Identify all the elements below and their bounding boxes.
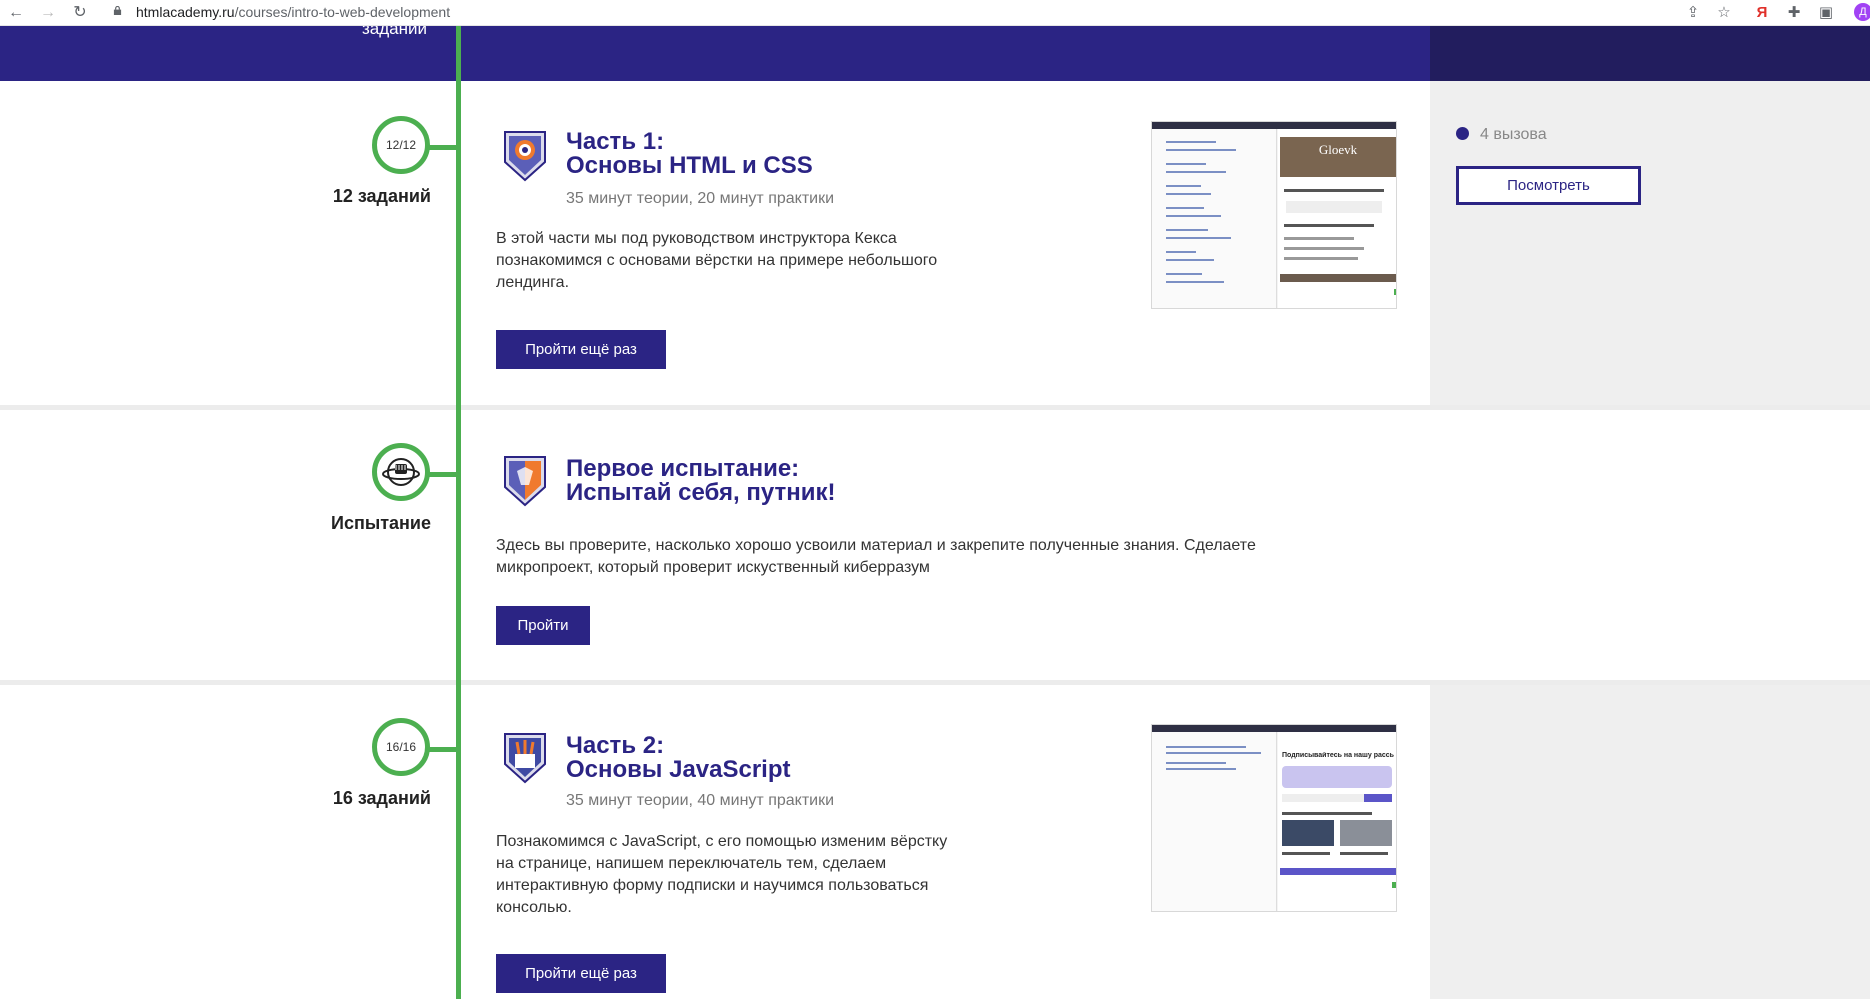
side-panel-icon[interactable]: ▣ xyxy=(1816,3,1836,23)
share-icon[interactable]: ⇪ xyxy=(1683,3,1703,23)
reload-icon[interactable]: ↻ xyxy=(70,3,90,23)
chapter-preview-image[interactable]: Gloevk xyxy=(1151,121,1397,309)
timeline-connector xyxy=(425,747,461,752)
timeline-connector xyxy=(425,472,461,477)
challenge-description: Здесь вы проверите, насколько хорошо усв… xyxy=(496,537,1256,576)
chapter-preview-image[interactable]: Подписывайтесь на нашу рассылку xyxy=(1151,724,1397,912)
browser-toolbar: ← → ↻ htmlacademy.ru/courses/intro-to-we… xyxy=(0,0,1870,26)
lock-icon[interactable] xyxy=(113,6,122,15)
challenge-shield-icon xyxy=(504,456,546,507)
challenge-calls: 4 вызова xyxy=(1480,126,1547,143)
start-challenge-button[interactable]: Пройти xyxy=(496,606,590,645)
challenge-dot xyxy=(1456,127,1469,140)
timeline-connector xyxy=(425,145,461,150)
retake-button[interactable]: Пройти ещё раз xyxy=(496,954,666,993)
fist-emblem-icon xyxy=(382,458,420,486)
forward-icon[interactable]: → xyxy=(38,3,58,23)
preview-render-pane: Gloevk xyxy=(1278,129,1396,308)
course-header-band: заданий xyxy=(0,26,1430,81)
progress-count: 16/16 xyxy=(385,740,417,754)
preview-render-pane: Подписывайтесь на нашу рассылку xyxy=(1278,732,1396,911)
star-icon[interactable]: ☆ xyxy=(1714,3,1734,23)
progress-circle: 16/16 xyxy=(372,718,430,776)
chapter-title[interactable]: Часть 2: Основы JavaScript xyxy=(566,734,791,782)
section-divider xyxy=(0,680,1870,685)
chapter-duration: 35 минут теории, 40 минут практики xyxy=(566,792,835,809)
preview-code-pane xyxy=(1152,129,1277,308)
challenge-circle xyxy=(372,443,430,501)
tasks-caption: 12 заданий xyxy=(332,186,431,206)
chapter-title[interactable]: Часть 1: Основы HTML и CSS xyxy=(566,130,813,178)
section-divider xyxy=(0,405,1870,410)
preview-brand: Gloevk xyxy=(1280,137,1396,177)
challenge-title[interactable]: Первое испытание: Испытай себя, путник! xyxy=(566,457,835,505)
progress-count: 12/12 xyxy=(385,138,417,152)
tasks-caption: 16 заданий xyxy=(332,788,431,808)
chapter-description: Познакомимся с JavaScript, с его помощью… xyxy=(496,833,948,916)
retake-button[interactable]: Пройти ещё раз xyxy=(496,330,666,369)
yandex-icon[interactable]: Я xyxy=(1752,3,1772,23)
chapter-description: В этой части мы под руководством инструк… xyxy=(496,230,938,291)
view-button[interactable]: Посмотреть xyxy=(1456,166,1641,205)
chapter-2-sidebar xyxy=(1430,685,1870,999)
chapter-shield-icon xyxy=(504,733,546,784)
preview-toolbar xyxy=(1152,122,1396,129)
preview-toolbar xyxy=(1152,725,1396,732)
preview-code-pane xyxy=(1152,732,1277,911)
url-domain: htmlacademy.ru xyxy=(136,4,235,20)
tasks-count-label: заданий xyxy=(362,26,428,38)
challenge-caption: Испытание xyxy=(331,513,431,533)
progress-timeline xyxy=(456,26,461,999)
progress-circle: 12/12 xyxy=(372,116,430,174)
chapter-duration: 35 минут теории, 20 минут практики xyxy=(566,190,835,207)
back-icon[interactable]: ← xyxy=(6,3,26,23)
url-path: /courses/intro-to-web-development xyxy=(234,4,451,20)
preview-heading: Подписывайтесь на нашу рассылку xyxy=(1282,752,1394,759)
sidebar-header-band xyxy=(1430,26,1870,81)
extensions-icon[interactable]: ✚ xyxy=(1784,3,1804,23)
address-bar[interactable]: htmlacademy.ru/courses/intro-to-web-deve… xyxy=(136,4,450,20)
profile-avatar[interactable]: Д xyxy=(1854,3,1870,21)
chapter-shield-icon xyxy=(504,131,546,182)
